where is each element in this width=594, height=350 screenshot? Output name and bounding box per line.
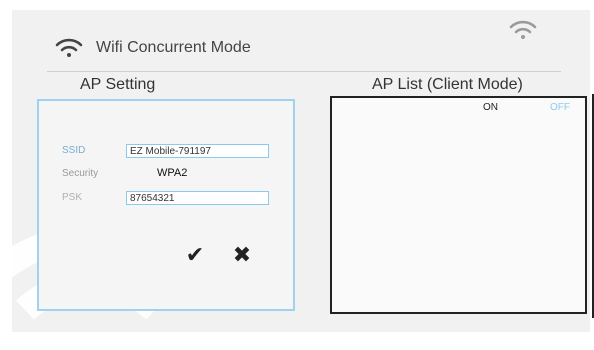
ssid-label: SSID (62, 145, 86, 156)
ssid-input[interactable] (126, 144, 269, 158)
toggle-off-option[interactable]: OFF (550, 102, 570, 113)
toggle-on-option[interactable]: ON (483, 102, 498, 113)
security-label: Security (62, 168, 99, 179)
close-icon: ✖ (232, 242, 252, 267)
page-title: Wifi Concurrent Mode (96, 39, 251, 56)
header-divider (47, 71, 561, 72)
psk-input[interactable] (126, 191, 269, 205)
cancel-button[interactable]: ✖ (229, 243, 255, 267)
confirm-button[interactable]: ✔ (182, 243, 208, 267)
wifi-status-icon (509, 20, 537, 39)
ap-list-label: AP List (Client Mode) (372, 76, 523, 93)
ap-setting-panel (37, 99, 295, 311)
security-value: WPA2 (157, 167, 188, 179)
psk-label: PSK (62, 192, 83, 203)
check-icon: ✔ (185, 242, 205, 267)
ap-list-panel (330, 96, 587, 314)
page-header: Wifi Concurrent Mode (54, 36, 251, 60)
ap-setting-label: AP Setting (80, 76, 156, 93)
wifi-icon (55, 38, 83, 57)
